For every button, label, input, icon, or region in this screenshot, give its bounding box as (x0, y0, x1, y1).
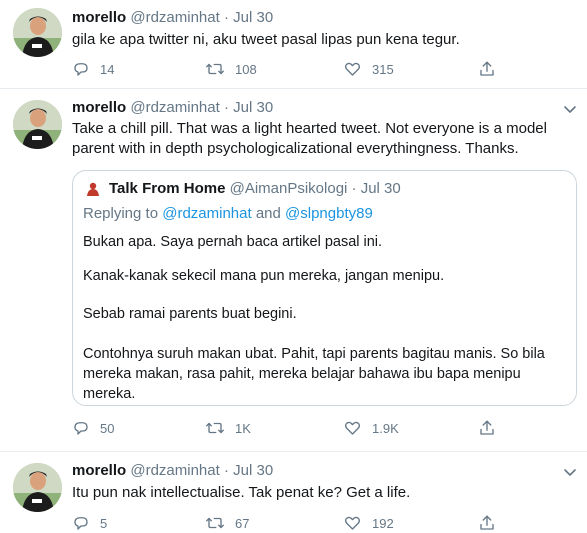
separator: · (351, 180, 357, 197)
share-button[interactable] (478, 513, 506, 533)
replying-user-link[interactable]: @rdzaminhat (162, 205, 251, 222)
retweet-button[interactable]: 1K (205, 418, 251, 438)
retweet-count: 1K (235, 420, 251, 436)
like-button[interactable]: 315 (343, 59, 394, 79)
avatar[interactable] (13, 100, 62, 149)
replying-and: and (255, 205, 281, 222)
share-icon (480, 420, 494, 435)
quoted-display-name[interactable]: Talk From Home (109, 179, 225, 199)
quoted-paragraph: Contohnya suruh makan ubat. Pahit, tapi … (83, 346, 545, 402)
retweet-icon (206, 422, 224, 434)
quoted-paragraph: Sebab ramai parents buat begini. (83, 306, 297, 322)
timestamp[interactable]: Jul 30 (233, 99, 273, 116)
timestamp[interactable]: Jul 30 (233, 9, 273, 26)
tweet[interactable]: morello @rdzaminhat · Jul 30 Itu pun nak… (0, 452, 587, 531)
handle[interactable]: @rdzaminhat (130, 9, 219, 26)
quoted-paragraph: Kanak-kanak sekecil mana pun mereka, jan… (83, 268, 445, 284)
quoted-tweet-header: Talk From Home @AimanPsikologi · Jul 30 (83, 179, 401, 199)
action-bar: 50 1K 1.9K (72, 418, 572, 438)
separator: · (223, 99, 229, 116)
reply-icon (74, 517, 88, 530)
replying-user-link[interactable]: @slpngbty89 (285, 205, 373, 222)
reply-icon (74, 422, 88, 435)
retweet-icon (206, 517, 224, 529)
like-count: 192 (372, 515, 394, 531)
like-count: 315 (372, 61, 394, 77)
retweet-button[interactable]: 108 (205, 59, 257, 79)
like-count: 1.9K (372, 420, 399, 436)
display-name[interactable]: morello (72, 462, 126, 479)
share-icon (480, 61, 494, 76)
quoted-tweet[interactable]: Talk From Home @AimanPsikologi · Jul 30 … (72, 170, 577, 406)
display-name[interactable]: morello (72, 9, 126, 26)
heart-icon (344, 62, 361, 76)
retweet-icon (206, 63, 224, 75)
handle[interactable]: @rdzaminhat (130, 462, 219, 479)
tweet-header: morello @rdzaminhat · Jul 30 (72, 461, 273, 481)
like-button[interactable]: 1.9K (343, 418, 399, 438)
quoted-paragraph: Bukan apa. Saya pernah baca artikel pasa… (83, 234, 383, 250)
retweet-button[interactable]: 67 (205, 513, 249, 533)
action-bar: 5 67 192 (72, 513, 572, 533)
replying-to: Replying to @rdzaminhat and @slpngbty89 (83, 204, 373, 224)
heart-icon (344, 421, 361, 435)
like-button[interactable]: 192 (343, 513, 394, 533)
tweet[interactable]: morello @rdzaminhat · Jul 30 gila ke apa… (0, 0, 587, 89)
reply-icon (74, 63, 88, 76)
separator: · (223, 462, 229, 479)
display-name[interactable]: morello (72, 99, 126, 116)
quoted-timestamp[interactable]: Jul 30 (361, 179, 401, 199)
separator: · (223, 9, 229, 26)
quoted-handle[interactable]: @AimanPsikologi (230, 179, 348, 199)
tweet[interactable]: morello @rdzaminhat · Jul 30 Take a chil… (0, 89, 587, 452)
reply-button[interactable]: 50 (72, 418, 114, 438)
share-icon (480, 515, 494, 530)
share-button[interactable] (478, 418, 506, 438)
tweet-header: morello @rdzaminhat · Jul 30 (72, 98, 273, 118)
action-bar: 14 108 315 (72, 59, 572, 79)
reply-count: 5 (100, 515, 108, 531)
heart-icon (344, 516, 361, 530)
tweet-header: morello @rdzaminhat · Jul 30 (72, 8, 273, 28)
handle[interactable]: @rdzaminhat (130, 99, 219, 116)
tweet-text: gila ke apa twitter ni, aku tweet pasal … (72, 31, 460, 48)
reply-count: 14 (100, 61, 115, 77)
avatar[interactable] (13, 8, 62, 57)
retweet-count: 67 (235, 515, 250, 531)
reply-button[interactable]: 5 (72, 513, 107, 533)
chevron-down-icon[interactable] (563, 102, 577, 116)
reply-count: 50 (100, 420, 115, 436)
tweet-text: Take a chill pill. That was a light hear… (72, 120, 547, 157)
replying-prefix: Replying to (83, 205, 159, 222)
reply-button[interactable]: 14 (72, 59, 114, 79)
retweet-count: 108 (235, 61, 257, 77)
chevron-down-icon[interactable] (563, 465, 577, 479)
avatar[interactable] (13, 463, 62, 512)
quoted-avatar (83, 179, 103, 199)
share-button[interactable] (478, 59, 506, 79)
timestamp[interactable]: Jul 30 (233, 462, 273, 479)
tweet-text: Itu pun nak intellectualise. Tak penat k… (72, 484, 411, 501)
